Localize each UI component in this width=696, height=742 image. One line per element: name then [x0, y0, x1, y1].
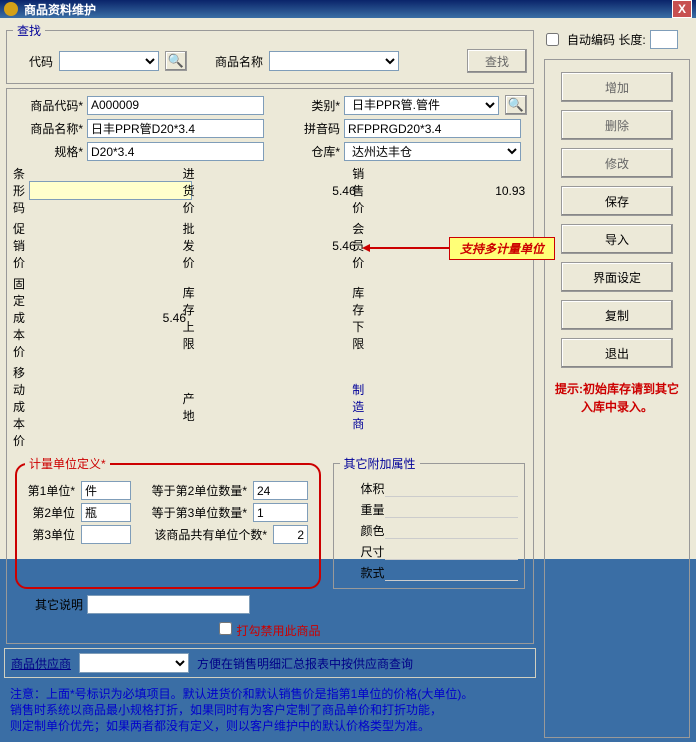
origin-label: 产地 — [183, 390, 195, 424]
stockup-label: 库存上限 — [183, 284, 195, 352]
window-title: 商品资料维护 — [24, 1, 672, 18]
search-name-combo[interactable] — [269, 51, 399, 71]
saleprice-label: 销售价 — [352, 165, 364, 216]
maker-value — [368, 399, 527, 415]
code-input[interactable] — [87, 96, 264, 115]
stockdown-label: 库存下限 — [352, 284, 364, 352]
unit3-label: 第3单位 — [25, 526, 75, 543]
spec-input[interactable] — [87, 142, 264, 161]
pinyin-label: 拼音码 — [270, 120, 340, 137]
movecost-value — [29, 399, 188, 415]
volume-value — [385, 479, 518, 497]
close-button[interactable]: X — [672, 0, 692, 18]
fixcost-value — [29, 310, 188, 326]
autocode-checkbox[interactable] — [546, 33, 559, 46]
barcode-label: 条形码 — [13, 165, 25, 216]
unit1-input[interactable] — [81, 481, 131, 500]
unit2-label: 第2单位 — [25, 504, 75, 521]
other-desc-input[interactable] — [87, 595, 250, 614]
stockup-value — [199, 310, 358, 326]
maker-label: 制造商 — [352, 381, 364, 432]
search-code-combo[interactable] — [59, 51, 159, 71]
promo-label: 促销价 — [13, 220, 25, 271]
supplier-select[interactable] — [79, 653, 189, 673]
weight-label: 重量 — [340, 501, 385, 518]
import-button[interactable]: 导入 — [561, 224, 673, 254]
pinyin-input[interactable] — [344, 119, 521, 138]
unit1-qty-label: 等于第2单位数量* — [137, 482, 247, 499]
origin-value — [199, 399, 358, 415]
unit-def-legend: 计量单位定义* — [25, 455, 110, 472]
saleprice-value — [368, 183, 527, 199]
name-label: 商品名称* — [13, 120, 83, 137]
category-lookup-icon[interactable]: 🔍 — [505, 95, 527, 115]
inprice-label: 进货价 — [183, 165, 195, 216]
wholesale-value — [199, 238, 358, 254]
search-name-label: 商品名称 — [193, 53, 263, 70]
delete-button[interactable]: 删除 — [561, 110, 673, 140]
modify-button[interactable]: 修改 — [561, 148, 673, 178]
size-label: 尺寸 — [340, 543, 385, 560]
unit-count-label: 该商品共有单位个数* — [137, 526, 267, 543]
promo-value — [29, 238, 188, 254]
store-label: 仓库* — [270, 143, 340, 160]
volume-label: 体积 — [340, 480, 385, 497]
extra-attr-legend: 其它附加属性 — [340, 455, 420, 472]
category-label: 类别* — [270, 97, 340, 114]
fixcost-label: 固定成本价 — [13, 275, 25, 360]
notice-text: 注意：上面*号标识为必填项目。默认进货价和默认销售价是指第1单位的价格(大单位)… — [4, 682, 536, 738]
exit-button[interactable]: 退出 — [561, 338, 673, 368]
save-button[interactable]: 保存 — [561, 186, 673, 216]
other-desc-label: 其它说明 — [13, 596, 83, 613]
movecost-label: 移动成本价 — [13, 364, 25, 449]
product-form: 商品代码* 类别*日丰PPR管.管件 🔍 商品名称* 拼音码 规格* 仓库*达州达… — [6, 88, 534, 644]
search-legend: 查找 — [13, 22, 45, 39]
style-value — [385, 563, 518, 581]
wholesale-label: 批发价 — [183, 220, 195, 271]
weight-value — [385, 500, 518, 518]
unit3-input[interactable] — [81, 525, 131, 544]
add-button[interactable]: 增加 — [561, 72, 673, 102]
unit2-qty-input[interactable] — [253, 503, 308, 522]
app-icon — [4, 2, 18, 16]
stockdown-value — [368, 310, 527, 326]
spec-label: 规格* — [13, 143, 83, 160]
uiset-button[interactable]: 界面设定 — [561, 262, 673, 292]
name-input[interactable] — [87, 119, 264, 138]
category-select[interactable]: 日丰PPR管.管件 — [344, 96, 499, 115]
style-label: 款式 — [340, 564, 385, 581]
search-code-label: 代码 — [13, 53, 53, 70]
callout-label: 支持多计量单位 — [449, 237, 555, 260]
inprice-value — [199, 183, 358, 199]
search-panel: 查找 代码 🔍 商品名称 查找 — [6, 22, 534, 84]
supplier-tip: 方便在销售明细汇总报表中按供应商查询 — [197, 655, 413, 672]
autocode-length-input[interactable] — [650, 30, 678, 49]
store-select[interactable]: 达州达丰仓 — [344, 142, 521, 161]
unit1-qty-input[interactable] — [253, 481, 308, 500]
supplier-link[interactable]: 商品供应商 — [11, 655, 71, 672]
extra-attr-panel: 其它附加属性 体积 重量 颜色 尺寸 款式 — [333, 455, 525, 589]
search-code-lookup-icon[interactable]: 🔍 — [165, 51, 187, 71]
autocode-label: 自动编码 长度: — [567, 31, 646, 48]
disable-checkbox[interactable] — [219, 622, 232, 635]
unit2-input[interactable] — [81, 503, 131, 522]
copy-button[interactable]: 复制 — [561, 300, 673, 330]
code-label: 商品代码* — [13, 97, 83, 114]
disable-label: 打勾禁用此商品 — [236, 624, 320, 638]
color-value — [385, 521, 518, 539]
hint-text: 提示:初始库存请到其它 入库中录入。 — [549, 380, 685, 416]
unit2-qty-label: 等于第3单位数量* — [137, 504, 247, 521]
unit-def-panel: 计量单位定义* 第1单位* 等于第2单位数量* 第2单位 等于第3单位数量* — [15, 455, 321, 589]
search-button[interactable]: 查找 — [467, 49, 527, 73]
barcode-input[interactable] — [29, 181, 192, 200]
unit1-label: 第1单位* — [25, 482, 75, 499]
size-value — [385, 542, 518, 560]
color-label: 颜色 — [340, 522, 385, 539]
unit-count-input[interactable] — [273, 525, 308, 544]
